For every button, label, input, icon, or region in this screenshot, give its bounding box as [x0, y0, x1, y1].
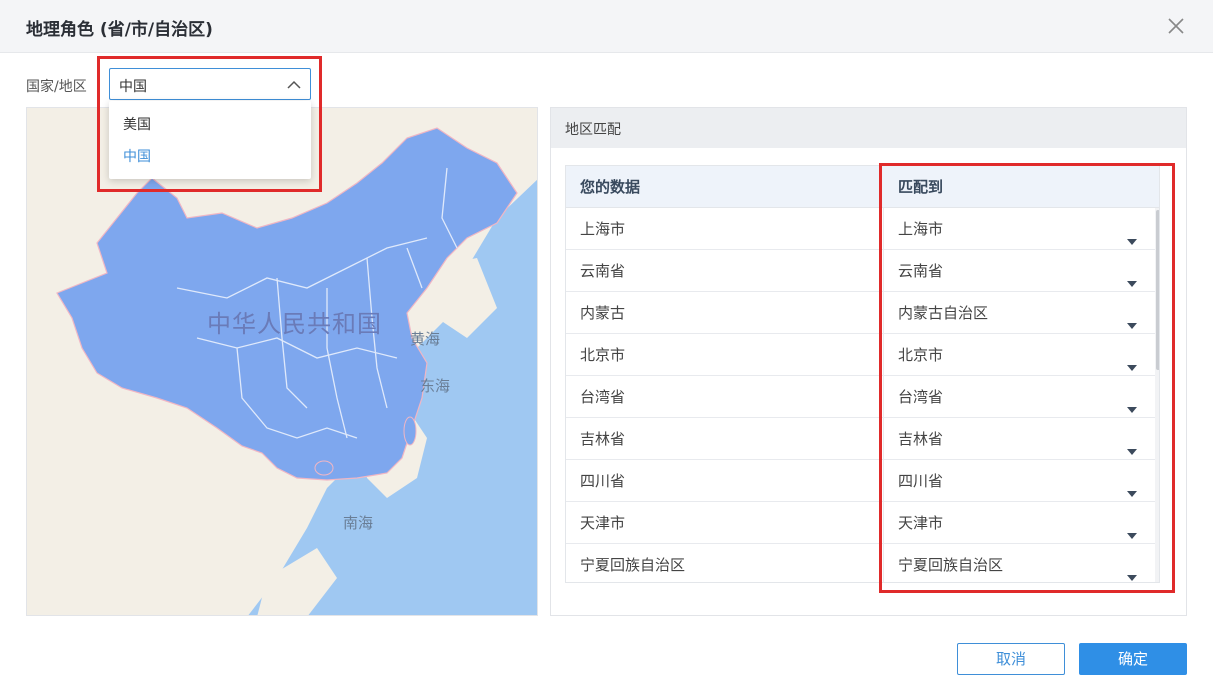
sea-label-east: 东海 [420, 377, 451, 395]
table-row: 北京市 北京市 [566, 334, 1159, 376]
caret-down-icon [1126, 348, 1138, 371]
map-panel[interactable]: 中华人民共和国 黄海 东海 南海 [26, 107, 538, 616]
match-panel-title: 地区匹配 [565, 122, 621, 138]
match-select[interactable]: 北京市 [884, 334, 1154, 376]
table-row: 内蒙古 内蒙古自治区 [566, 292, 1159, 334]
caret-down-icon [1126, 516, 1138, 539]
caret-down-icon [1126, 264, 1138, 287]
match-select[interactable]: 上海市 [884, 208, 1154, 250]
match-select[interactable]: 四川省 [884, 460, 1154, 502]
caret-down-icon [1126, 432, 1138, 455]
caret-down-icon [1126, 306, 1138, 329]
scrollbar-thumb[interactable] [1156, 210, 1159, 370]
match-select-value: 宁夏回族自治区 [898, 556, 1004, 574]
cancel-button[interactable]: 取消 [957, 643, 1065, 675]
match-select[interactable]: 天津市 [884, 502, 1154, 544]
your-data-cell: 上海市 [566, 208, 884, 250]
your-data-cell: 宁夏回族自治区 [566, 544, 884, 582]
country-select[interactable]: 中国 [109, 68, 311, 100]
match-table: 您的数据 匹配到 上海市 上海市 云南省 云南省 内蒙古 内蒙古自治区 北京市 北京市 台湾省台… [565, 165, 1160, 583]
table-row: 上海市 上海市 [566, 208, 1159, 250]
close-icon[interactable] [1164, 14, 1188, 38]
table-row: 云南省 云南省 [566, 250, 1159, 292]
match-select-value: 云南省 [898, 262, 944, 280]
match-select-value: 天津市 [898, 514, 944, 532]
country-select-value: 中国 [119, 79, 147, 95]
country-label: 国家/地区 [26, 79, 87, 95]
match-select[interactable]: 台湾省 [884, 376, 1154, 418]
match-select-value: 内蒙古自治区 [898, 304, 989, 322]
caret-down-icon [1126, 558, 1138, 581]
match-select[interactable]: 云南省 [884, 250, 1154, 292]
your-data-cell: 云南省 [566, 250, 884, 292]
country-dropdown-menu: 美国 中国 [109, 101, 311, 179]
map-country-label: 中华人民共和国 [207, 310, 382, 338]
sea-label-south: 南海 [343, 514, 374, 532]
your-data-cell: 天津市 [566, 502, 884, 544]
match-select[interactable]: 吉林省 [884, 418, 1154, 460]
dropdown-option-china[interactable]: 中国 [109, 141, 311, 173]
caret-down-icon [1126, 390, 1138, 413]
table-scrollbar[interactable] [1155, 208, 1159, 582]
match-select-value: 台湾省 [898, 388, 944, 406]
ok-button[interactable]: 确定 [1079, 643, 1187, 675]
dialog-title: 地理角色 (省/市/自治区) [26, 20, 213, 40]
match-select-value: 上海市 [898, 220, 944, 238]
dropdown-option-usa[interactable]: 美国 [109, 109, 311, 141]
your-data-cell: 四川省 [566, 460, 884, 502]
match-select-value: 吉林省 [898, 430, 944, 448]
match-select-value: 四川省 [898, 472, 944, 490]
match-select[interactable]: 宁夏回族自治区 [884, 544, 1154, 582]
header-match-to: 匹配到 [884, 166, 1159, 208]
table-row: 天津市 天津市 [566, 502, 1159, 544]
your-data-cell: 台湾省 [566, 376, 884, 418]
header-your-data: 您的数据 [566, 166, 884, 208]
caret-down-icon [1126, 222, 1138, 245]
china-map [27, 108, 537, 615]
your-data-cell: 北京市 [566, 334, 884, 376]
table-row: 吉林省 吉林省 [566, 418, 1159, 460]
chevron-up-icon [286, 77, 302, 93]
table-row: 四川省 四川省 [566, 460, 1159, 502]
caret-down-icon [1126, 474, 1138, 497]
dialog-header: 地理角色 (省/市/自治区) [0, 0, 1213, 53]
match-select[interactable]: 内蒙古自治区 [884, 292, 1154, 334]
match-panel-header: 地区匹配 [551, 108, 1186, 148]
your-data-cell: 内蒙古 [566, 292, 884, 334]
table-row: 台湾省 台湾省 [566, 376, 1159, 418]
match-select-value: 北京市 [898, 346, 944, 364]
match-panel: 地区匹配 您的数据 匹配到 上海市 上海市 云南省 云南省 内蒙古 内蒙古自治区 北京市 北京… [550, 107, 1187, 616]
table-row: 宁夏回族自治区 宁夏回族自治区 [566, 544, 1159, 582]
your-data-cell: 吉林省 [566, 418, 884, 460]
sea-label-yellow: 黄海 [410, 330, 441, 348]
